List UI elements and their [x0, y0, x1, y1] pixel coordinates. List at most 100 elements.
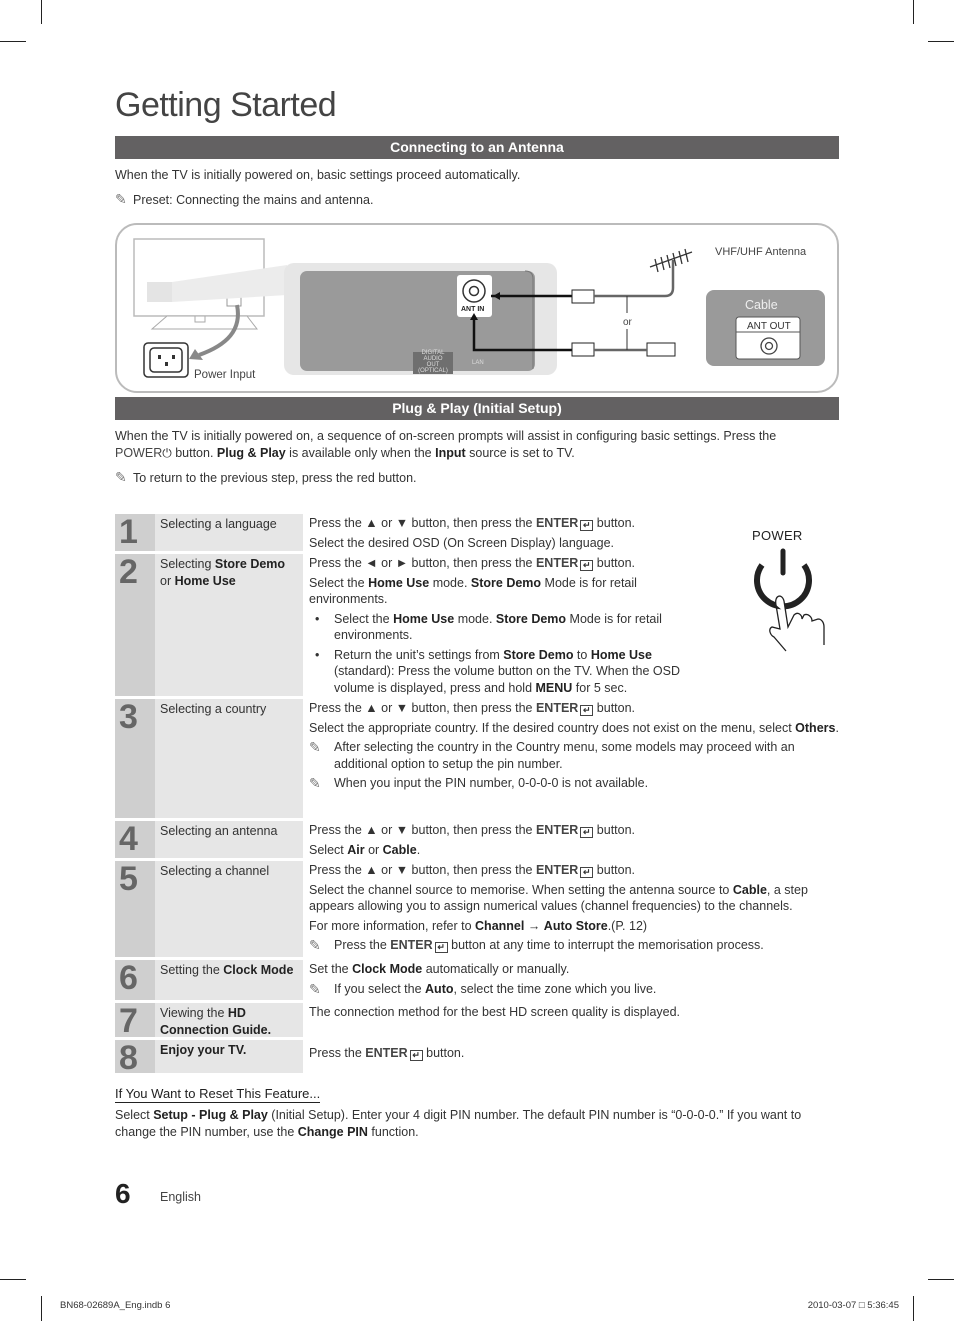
lan-label: LAN: [472, 360, 484, 366]
text: For more information, refer to: [309, 918, 476, 933]
step-number: 4: [115, 821, 155, 858]
enter-icon: ↵: [434, 942, 448, 953]
text: Press the ▲ or ▼ button, then press the: [309, 516, 536, 530]
crop-mark: [913, 0, 914, 24]
step-number: 3: [115, 699, 155, 818]
text: Return the unit’s settings from: [334, 647, 504, 662]
step-title: Selecting an antenna: [155, 821, 303, 858]
text: Store Demo: [503, 647, 574, 662]
text: After selecting the country in the Count…: [334, 740, 795, 771]
intro-text: source is set to TV.: [465, 446, 575, 460]
bullet-item: Select the Home Use mode. Store Demo Mod…: [309, 611, 684, 644]
note-pencil-icon: ✎: [309, 937, 321, 953]
text: .: [416, 842, 421, 857]
text: or: [364, 842, 383, 857]
note-pencil-icon: ✎: [309, 775, 321, 791]
step-line: Press the ▲ or ▼ button, then press the …: [309, 515, 839, 532]
step-body: Set the Clock Mode automatically or manu…: [304, 960, 839, 1000]
enter-keyword: ENTER: [535, 863, 579, 877]
power-symbol-icon: ⏻: [162, 446, 172, 460]
text: Change PIN: [297, 1125, 368, 1139]
step-row: 5 Selecting a channel Press the ▲ or ▼ b…: [115, 861, 839, 957]
page-number: 6: [115, 1178, 131, 1209]
step-line: Press the ◄ or ► button, then press the …: [309, 555, 729, 572]
ant-out-label: ANT OUT: [747, 321, 791, 332]
step-title: Setting the Clock Mode: [155, 960, 303, 1000]
intro-text: is available only when the: [285, 446, 436, 460]
enter-icon: ↵: [580, 867, 594, 878]
step-line: Select Air or Cable.: [309, 842, 839, 859]
plug-play-note-text: To return to the previous step, press th…: [133, 471, 417, 485]
text: Channel: [475, 918, 525, 933]
text: →: [524, 918, 544, 933]
step-body: The connection method for the best HD sc…: [304, 1003, 839, 1037]
text: Select: [309, 842, 348, 857]
antenna-label: VHF/UHF Antenna: [715, 246, 807, 258]
text: (standard): Press the volume button on t…: [334, 664, 681, 695]
step-number: 6: [115, 960, 155, 1000]
text: Press the: [309, 1046, 366, 1060]
text: Others: [795, 720, 836, 735]
text: Air: [347, 842, 365, 857]
text: Cable: [382, 842, 417, 857]
text: Store Demo: [470, 575, 542, 590]
section-heading-plug-play: Plug & Play (Initial Setup): [115, 397, 839, 420]
antenna-note: ✎ Preset: Connecting the mains and antenn…: [115, 191, 839, 209]
step-number: 8: [115, 1040, 155, 1076]
text: Selecting: [160, 557, 215, 571]
step-line: Press the ENTER ↵ button.: [309, 1045, 839, 1062]
step-title: Selecting Store Demo or Home Use: [155, 554, 303, 696]
step-row: 6 Setting the Clock Mode Set the Clock M…: [115, 960, 839, 1000]
text: Press the ▲ or ▼ button, then press the: [309, 701, 536, 715]
crop-mark: [928, 1279, 954, 1280]
enter-keyword: ENTER: [365, 1046, 408, 1060]
text: When you input the PIN number, 0-0-0-0 i…: [334, 776, 649, 790]
enter-icon: ↵: [580, 827, 594, 838]
note-item: ✎ If you select the Auto, select the time…: [309, 981, 839, 998]
text: Home Use: [590, 647, 652, 662]
text: Clock Mode: [352, 962, 423, 976]
text: button.: [593, 516, 636, 530]
text: Cable: [732, 882, 767, 897]
step-title: Selecting a channel: [155, 861, 303, 957]
note-item: ✎ Press the ENTER ↵ button at any time to …: [309, 937, 839, 954]
page-title: Getting Started: [115, 86, 337, 124]
text: Auto Store: [543, 918, 608, 933]
enter-keyword: ENTER: [390, 938, 433, 952]
enter-keyword: ENTER: [535, 556, 579, 570]
plug-play-intro: When the TV is initially powered on, a s…: [115, 428, 839, 462]
intro-plug-play-keyword: Plug & Play: [216, 446, 286, 460]
text: or: [160, 574, 175, 588]
ant-in-label: ANT IN: [461, 306, 485, 313]
step-body: Press the ENTER ↵ button.: [304, 1040, 839, 1073]
intro-text: When the TV is initially powered on, a s…: [115, 429, 777, 443]
antenna-intro: When the TV is initially powered on, bas…: [115, 168, 521, 182]
reset-heading: If You Want to Reset This Feature...: [115, 1086, 321, 1103]
step-row: 4 Selecting an antenna Press the ▲ or ▼ …: [115, 821, 839, 858]
enter-icon: ↵: [580, 560, 594, 571]
step-line: Press the ▲ or ▼ button, then press the …: [309, 700, 839, 717]
text: automatically or manually.: [422, 962, 570, 976]
text: Home Use: [368, 575, 430, 590]
text: Press the ▲ or ▼ button, then press the: [309, 823, 536, 837]
text: , select the time zone which you live.: [453, 981, 657, 996]
note-item: ✎ When you input the PIN number, 0-0-0-0 …: [309, 775, 839, 792]
text: button.: [593, 701, 636, 715]
crop-mark: [0, 41, 26, 42]
step-title: Selecting a language: [155, 514, 303, 551]
footer-file-info: BN68-02689A_Eng.indb 6: [60, 1300, 171, 1311]
page-language: English: [160, 1190, 201, 1204]
text: Press the ▲ or ▼ button, then press the: [309, 863, 536, 877]
digital-audio-label: DIGITAL AUDIO OUT (OPTICAL): [418, 350, 448, 374]
text: mode.: [454, 611, 496, 626]
text: button.: [593, 823, 636, 837]
step-line: For more information, refer to Channel →…: [309, 918, 839, 935]
step-row: 3 Selecting a country Press the ▲ or ▼ b…: [115, 699, 839, 818]
text: Press the: [334, 938, 391, 952]
intro-text: button.: [171, 446, 217, 460]
step-line: The connection method for the best HD sc…: [309, 1005, 681, 1019]
text: Press the ◄ or ► button, then press the: [309, 556, 536, 570]
enter-icon: ↵: [580, 520, 594, 531]
text: button.: [422, 1046, 465, 1060]
step-row: 1 Selecting a language Press the ▲ or ▼ …: [115, 514, 839, 551]
